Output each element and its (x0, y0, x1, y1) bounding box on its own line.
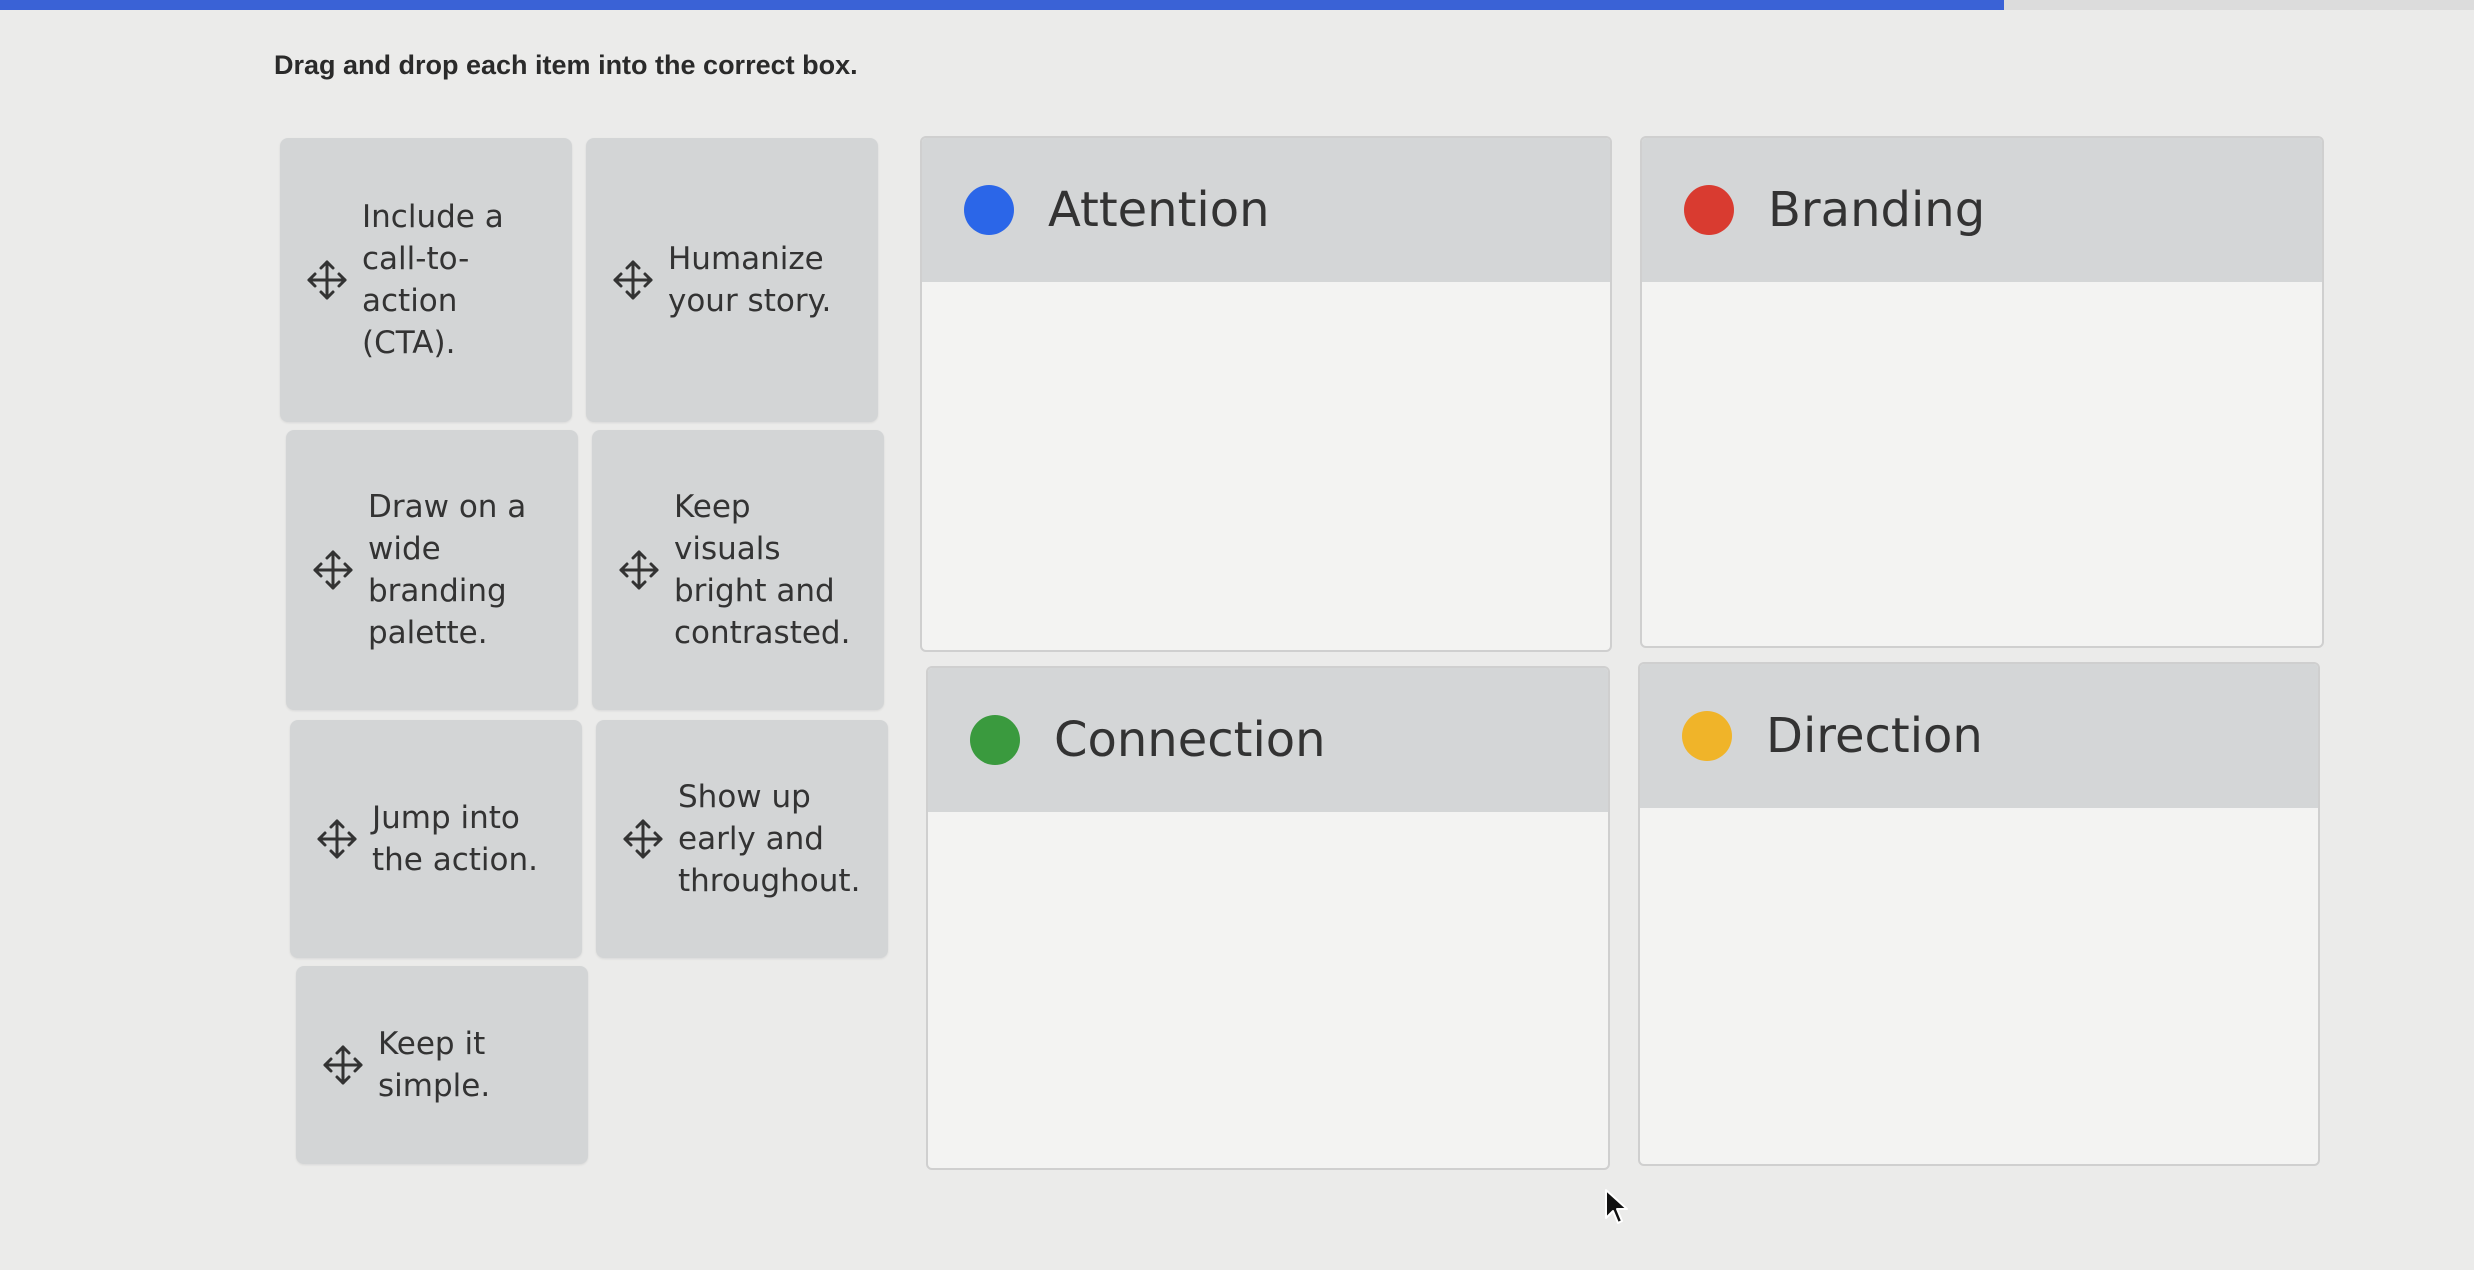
drop-zone-header: Branding (1642, 138, 2322, 282)
drop-zone-title: Direction (1766, 708, 1983, 764)
drag-card-humanize-story[interactable]: Humanize your story. (586, 138, 878, 422)
mouse-pointer-icon (1604, 1188, 1630, 1231)
card-label: Jump into the action. (372, 800, 539, 878)
drop-zone-body[interactable] (1642, 282, 2322, 646)
drag-card-branding-palette[interactable]: Draw on a wide branding palette. (286, 430, 578, 710)
card-label: Include a call-to-action (CTA). (362, 199, 504, 361)
move-icon (304, 257, 350, 303)
drag-card-visuals-bright[interactable]: Keep visuals bright and contrasted. (592, 430, 884, 710)
green-dot-icon (970, 715, 1020, 765)
drop-zone-direction[interactable]: Direction (1638, 662, 2320, 1166)
drag-card-jump-into-action[interactable]: Jump into the action. (290, 720, 582, 958)
card-label: Draw on a wide branding palette. (368, 489, 527, 651)
drop-zone-body[interactable] (922, 282, 1610, 650)
instructions-text: Drag and drop each item into the correct… (274, 50, 858, 80)
drop-zone-header: Attention (922, 138, 1610, 282)
card-label: Show up early and throughout. (678, 779, 861, 899)
progress-bar-fill (0, 0, 2004, 10)
drop-zone-title: Connection (1054, 712, 1326, 768)
drop-zone-body[interactable] (1640, 808, 2318, 1164)
card-label: Humanize your story. (668, 241, 832, 319)
move-icon (610, 257, 656, 303)
move-icon (620, 816, 666, 862)
card-label: Keep it simple. (378, 1026, 491, 1104)
move-icon (310, 547, 356, 593)
card-label: Keep visuals bright and contrasted. (674, 489, 851, 651)
drop-zone-branding[interactable]: Branding (1640, 136, 2324, 648)
red-dot-icon (1684, 185, 1734, 235)
drop-zone-title: Attention (1048, 182, 1270, 238)
drop-zone-connection[interactable]: Connection (926, 666, 1610, 1170)
drop-zone-attention[interactable]: Attention (920, 136, 1612, 652)
drag-card-include-cta[interactable]: Include a call-to-action (CTA). (280, 138, 572, 422)
move-icon (314, 816, 360, 862)
move-icon (320, 1042, 366, 1088)
drop-zone-title: Branding (1768, 182, 1986, 238)
drag-card-keep-it-simple[interactable]: Keep it simple. (296, 966, 588, 1164)
yellow-dot-icon (1682, 711, 1732, 761)
drop-zone-body[interactable] (928, 812, 1608, 1168)
blue-dot-icon (964, 185, 1014, 235)
drag-card-show-up-early[interactable]: Show up early and throughout. (596, 720, 888, 958)
progress-bar (0, 0, 2474, 10)
drop-zone-header: Connection (928, 668, 1608, 812)
move-icon (616, 547, 662, 593)
drop-zone-header: Direction (1640, 664, 2318, 808)
